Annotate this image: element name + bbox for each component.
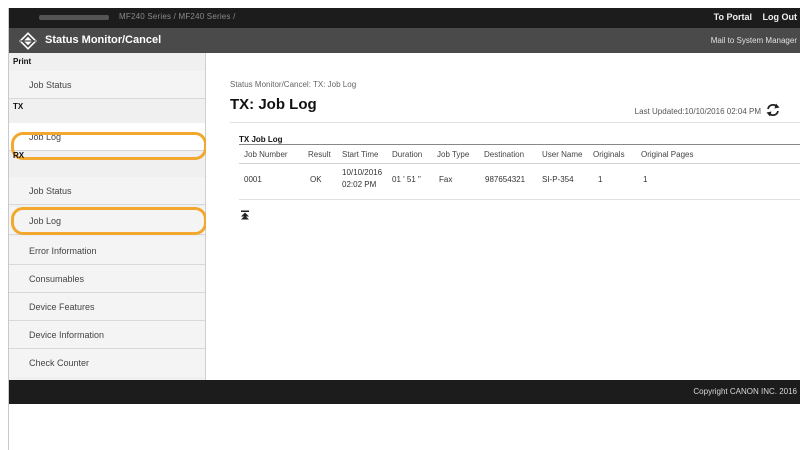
sidebar-item-label: Error Information [29, 246, 97, 256]
sidebar-item-label: Job Status [29, 80, 72, 90]
title-bar: Status Monitor/Cancel Mail to System Man… [9, 28, 800, 53]
column-header: Duration [392, 150, 423, 159]
copyright-text: Copyright CANON INC. 2016 [693, 387, 797, 396]
column-header: Originals [593, 150, 625, 159]
app-title: Status Monitor/Cancel [45, 34, 162, 46]
table-cell: 987654321 [485, 175, 526, 184]
sidebar-item-label: Device Information [29, 330, 105, 340]
column-header: Result [308, 150, 331, 159]
breadcrumb: Status Monitor/Cancel: TX: Job Log [230, 80, 357, 89]
sidebar-item-tx-job-log[interactable]: Job Log [9, 123, 205, 151]
top-links: To Portal Log Out [706, 12, 797, 22]
table-cell: 1 [598, 175, 603, 184]
sidebar-item-label: Job Log [29, 216, 62, 226]
sidebar-item-rx-job-status[interactable]: Job Status [9, 177, 205, 205]
header-rule [239, 163, 800, 164]
table-cell: 10/10/2016 02:02 PM [342, 168, 383, 189]
sidebar-item-check-counter[interactable]: Check Counter [9, 349, 205, 377]
column-header: Start Time [342, 150, 379, 159]
footer: Copyright CANON INC. 2016 [9, 380, 800, 404]
sidebar-item-rx-job-log[interactable]: Job Log [9, 207, 205, 235]
status-monitor-logo-icon [19, 32, 37, 50]
sidebar-item-label: Device Features [29, 302, 95, 312]
sidebar-heading-rx: RX [13, 151, 25, 160]
table-cell: OK [310, 175, 322, 184]
sidebar-item-print-job-status[interactable]: Job Status [9, 71, 205, 99]
sidebar-heading-print: Print [13, 57, 32, 66]
page-title: TX: Job Log [230, 96, 317, 113]
sidebar-heading-tx: TX [13, 102, 24, 111]
to-portal-link[interactable]: To Portal [714, 12, 752, 22]
sidebar-item-label: Check Counter [29, 358, 90, 368]
column-header: Job Type [437, 150, 470, 159]
title-divider [230, 122, 800, 123]
table-cell: 1 [643, 175, 648, 184]
column-header: Destination [484, 150, 525, 159]
mail-to-system-manager-link[interactable]: Mail to System Manager [711, 36, 797, 45]
sidebar-item-device-features[interactable]: Device Features [9, 293, 205, 321]
row-rule [239, 199, 800, 200]
main-content: Status Monitor/Cancel: TX: Job Log TX: J… [206, 53, 800, 380]
section-label: TX Job Log [239, 135, 283, 144]
table-cell: SI-P-354 [542, 175, 574, 184]
table-top-rule [239, 144, 800, 145]
app-window: MF240 Series / MF240 Series / To Portal … [8, 8, 800, 450]
refresh-icon[interactable] [765, 102, 781, 118]
table-cell: 0001 [244, 175, 262, 184]
sidebar-item-consumables[interactable]: Consumables [9, 265, 205, 293]
model-breadcrumb: MF240 Series / MF240 Series / [119, 12, 236, 21]
back-to-top-icon[interactable] [240, 210, 250, 220]
top-bar: MF240 Series / MF240 Series / To Portal … [9, 8, 800, 28]
sidebar-item-error-information[interactable]: Error Information [9, 237, 205, 265]
column-header: User Name [542, 150, 583, 159]
sidebar-item-device-information[interactable]: Device Information [9, 321, 205, 349]
table-cell: Fax [439, 175, 453, 184]
sidebar-item-label: Job Status [29, 186, 72, 196]
column-header: Original Pages [641, 150, 694, 159]
column-header: Job Number [244, 150, 288, 159]
sidebar: Print Job Status TX Job Log RX Job Statu… [9, 53, 207, 380]
sidebar-item-label: Job Log [29, 132, 62, 142]
sidebar-item-label: Consumables [29, 274, 85, 284]
last-updated-text: Last Updated:10/10/2016 02:04 PM [634, 107, 761, 116]
log-out-link[interactable]: Log Out [763, 12, 798, 22]
table-cell: 01 ' 51 " [392, 175, 421, 184]
device-name [39, 15, 109, 20]
